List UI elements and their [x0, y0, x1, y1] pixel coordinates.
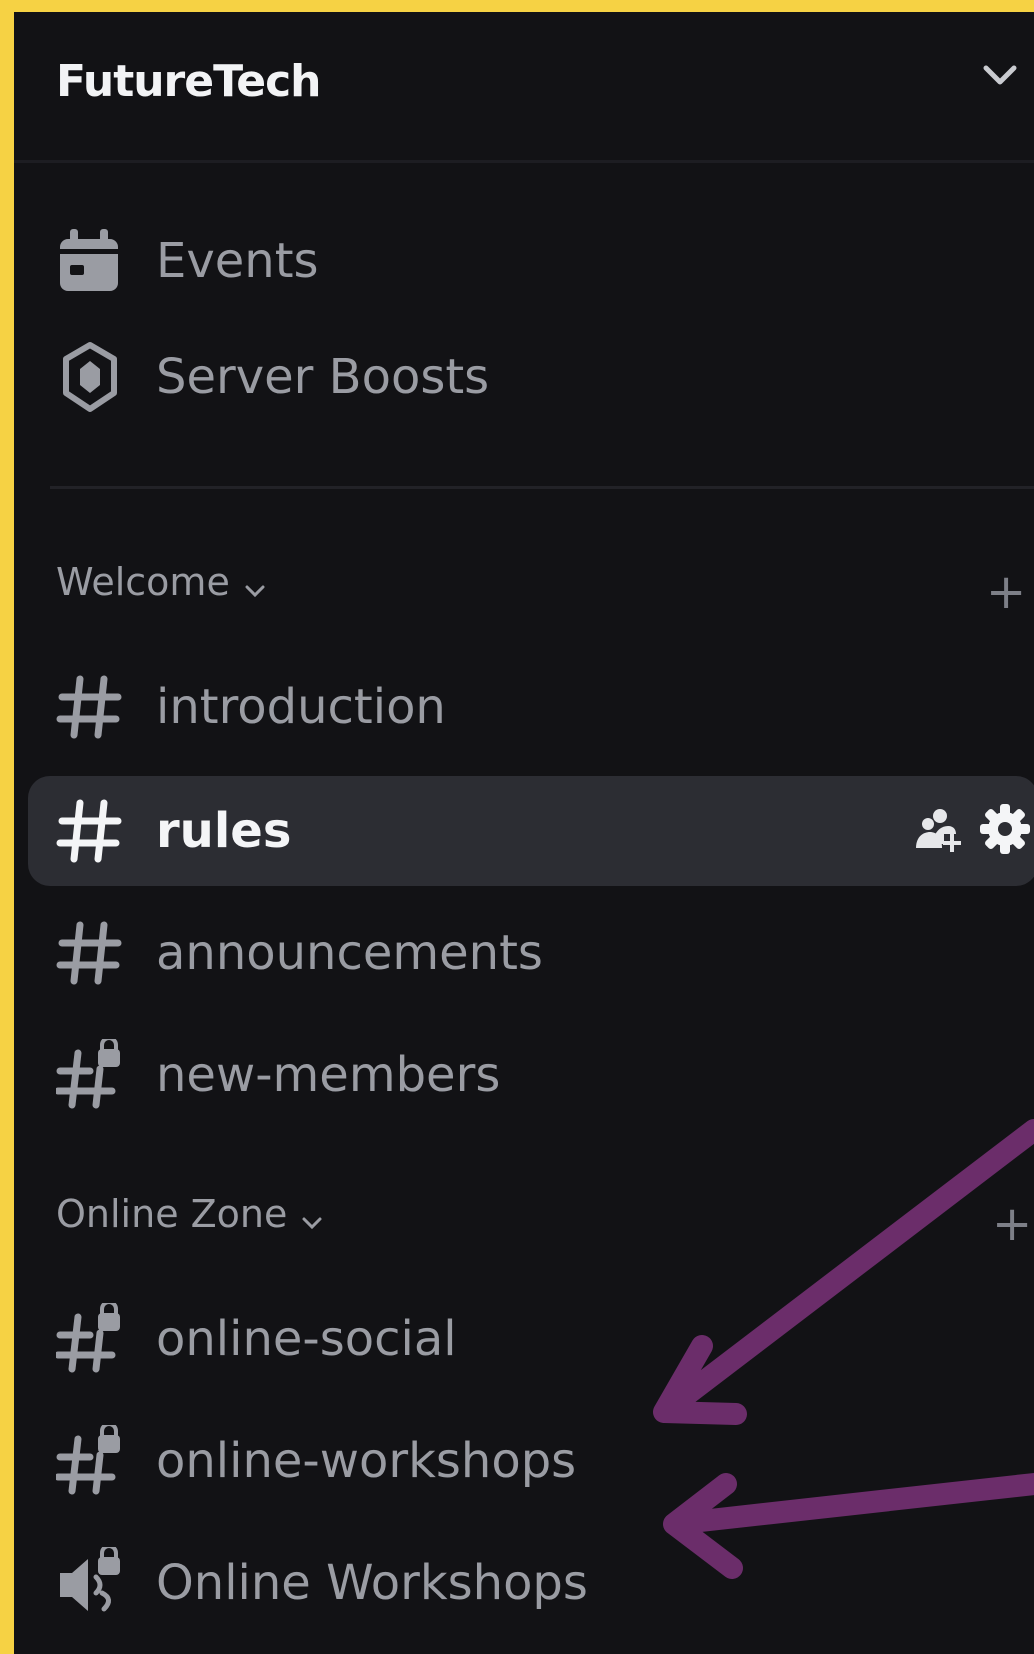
locked-hashtag-icon: [54, 1036, 124, 1111]
gear-icon[interactable]: [978, 802, 1032, 860]
boost-icon: [56, 341, 124, 413]
channel-name: introduction: [156, 679, 446, 735]
channel-name: announcements: [156, 925, 543, 981]
server-boosts-item[interactable]: Server Boosts: [14, 322, 1034, 432]
hashtag-icon: [56, 795, 124, 867]
channel-name: online-workshops: [156, 1433, 577, 1489]
add-channel-icon[interactable]: +: [992, 1200, 1032, 1248]
channel-name: online-social: [156, 1311, 457, 1367]
chevron-down-icon[interactable]: [982, 64, 1018, 92]
locked-hashtag-icon: [54, 1422, 124, 1497]
invite-members-icon[interactable]: [914, 804, 964, 858]
chevron-down-icon: [301, 1195, 323, 1239]
chevron-down-icon: [244, 563, 266, 607]
channel-sidebar: FutureTech Events Server Boosts Welcome …: [14, 12, 1034, 1654]
category-online-zone[interactable]: Online Zone: [56, 1192, 323, 1239]
channel-name: Online Workshops: [156, 1555, 588, 1611]
server-header[interactable]: FutureTech: [14, 12, 1034, 163]
events-item[interactable]: Events: [14, 206, 1034, 316]
channel-new-members[interactable]: new-members: [14, 1020, 1034, 1130]
channel-name: new-members: [156, 1047, 501, 1103]
channel-rules[interactable]: rules: [28, 776, 1034, 886]
category-welcome[interactable]: Welcome: [56, 560, 266, 607]
channel-introduction[interactable]: introduction: [14, 652, 1034, 762]
server-name: FutureTech: [56, 56, 322, 107]
locked-hashtag-icon: [54, 1300, 124, 1375]
divider: [50, 486, 1034, 489]
hashtag-icon: [56, 917, 124, 989]
events-label: Events: [156, 233, 319, 289]
voice-channel-online-workshops[interactable]: Online Workshops: [14, 1528, 1034, 1638]
channel-online-workshops[interactable]: online-workshops: [14, 1406, 1034, 1516]
add-channel-icon[interactable]: +: [986, 568, 1026, 616]
category-label: Welcome: [56, 560, 230, 604]
calendar-icon: [56, 225, 124, 297]
channel-announcements[interactable]: announcements: [14, 898, 1034, 1008]
category-label: Online Zone: [56, 1192, 288, 1236]
hashtag-icon: [56, 671, 124, 743]
channel-online-social[interactable]: online-social: [14, 1284, 1034, 1394]
server-boosts-label: Server Boosts: [156, 349, 490, 405]
locked-speaker-icon: [56, 1544, 124, 1619]
channel-name: rules: [156, 803, 292, 859]
